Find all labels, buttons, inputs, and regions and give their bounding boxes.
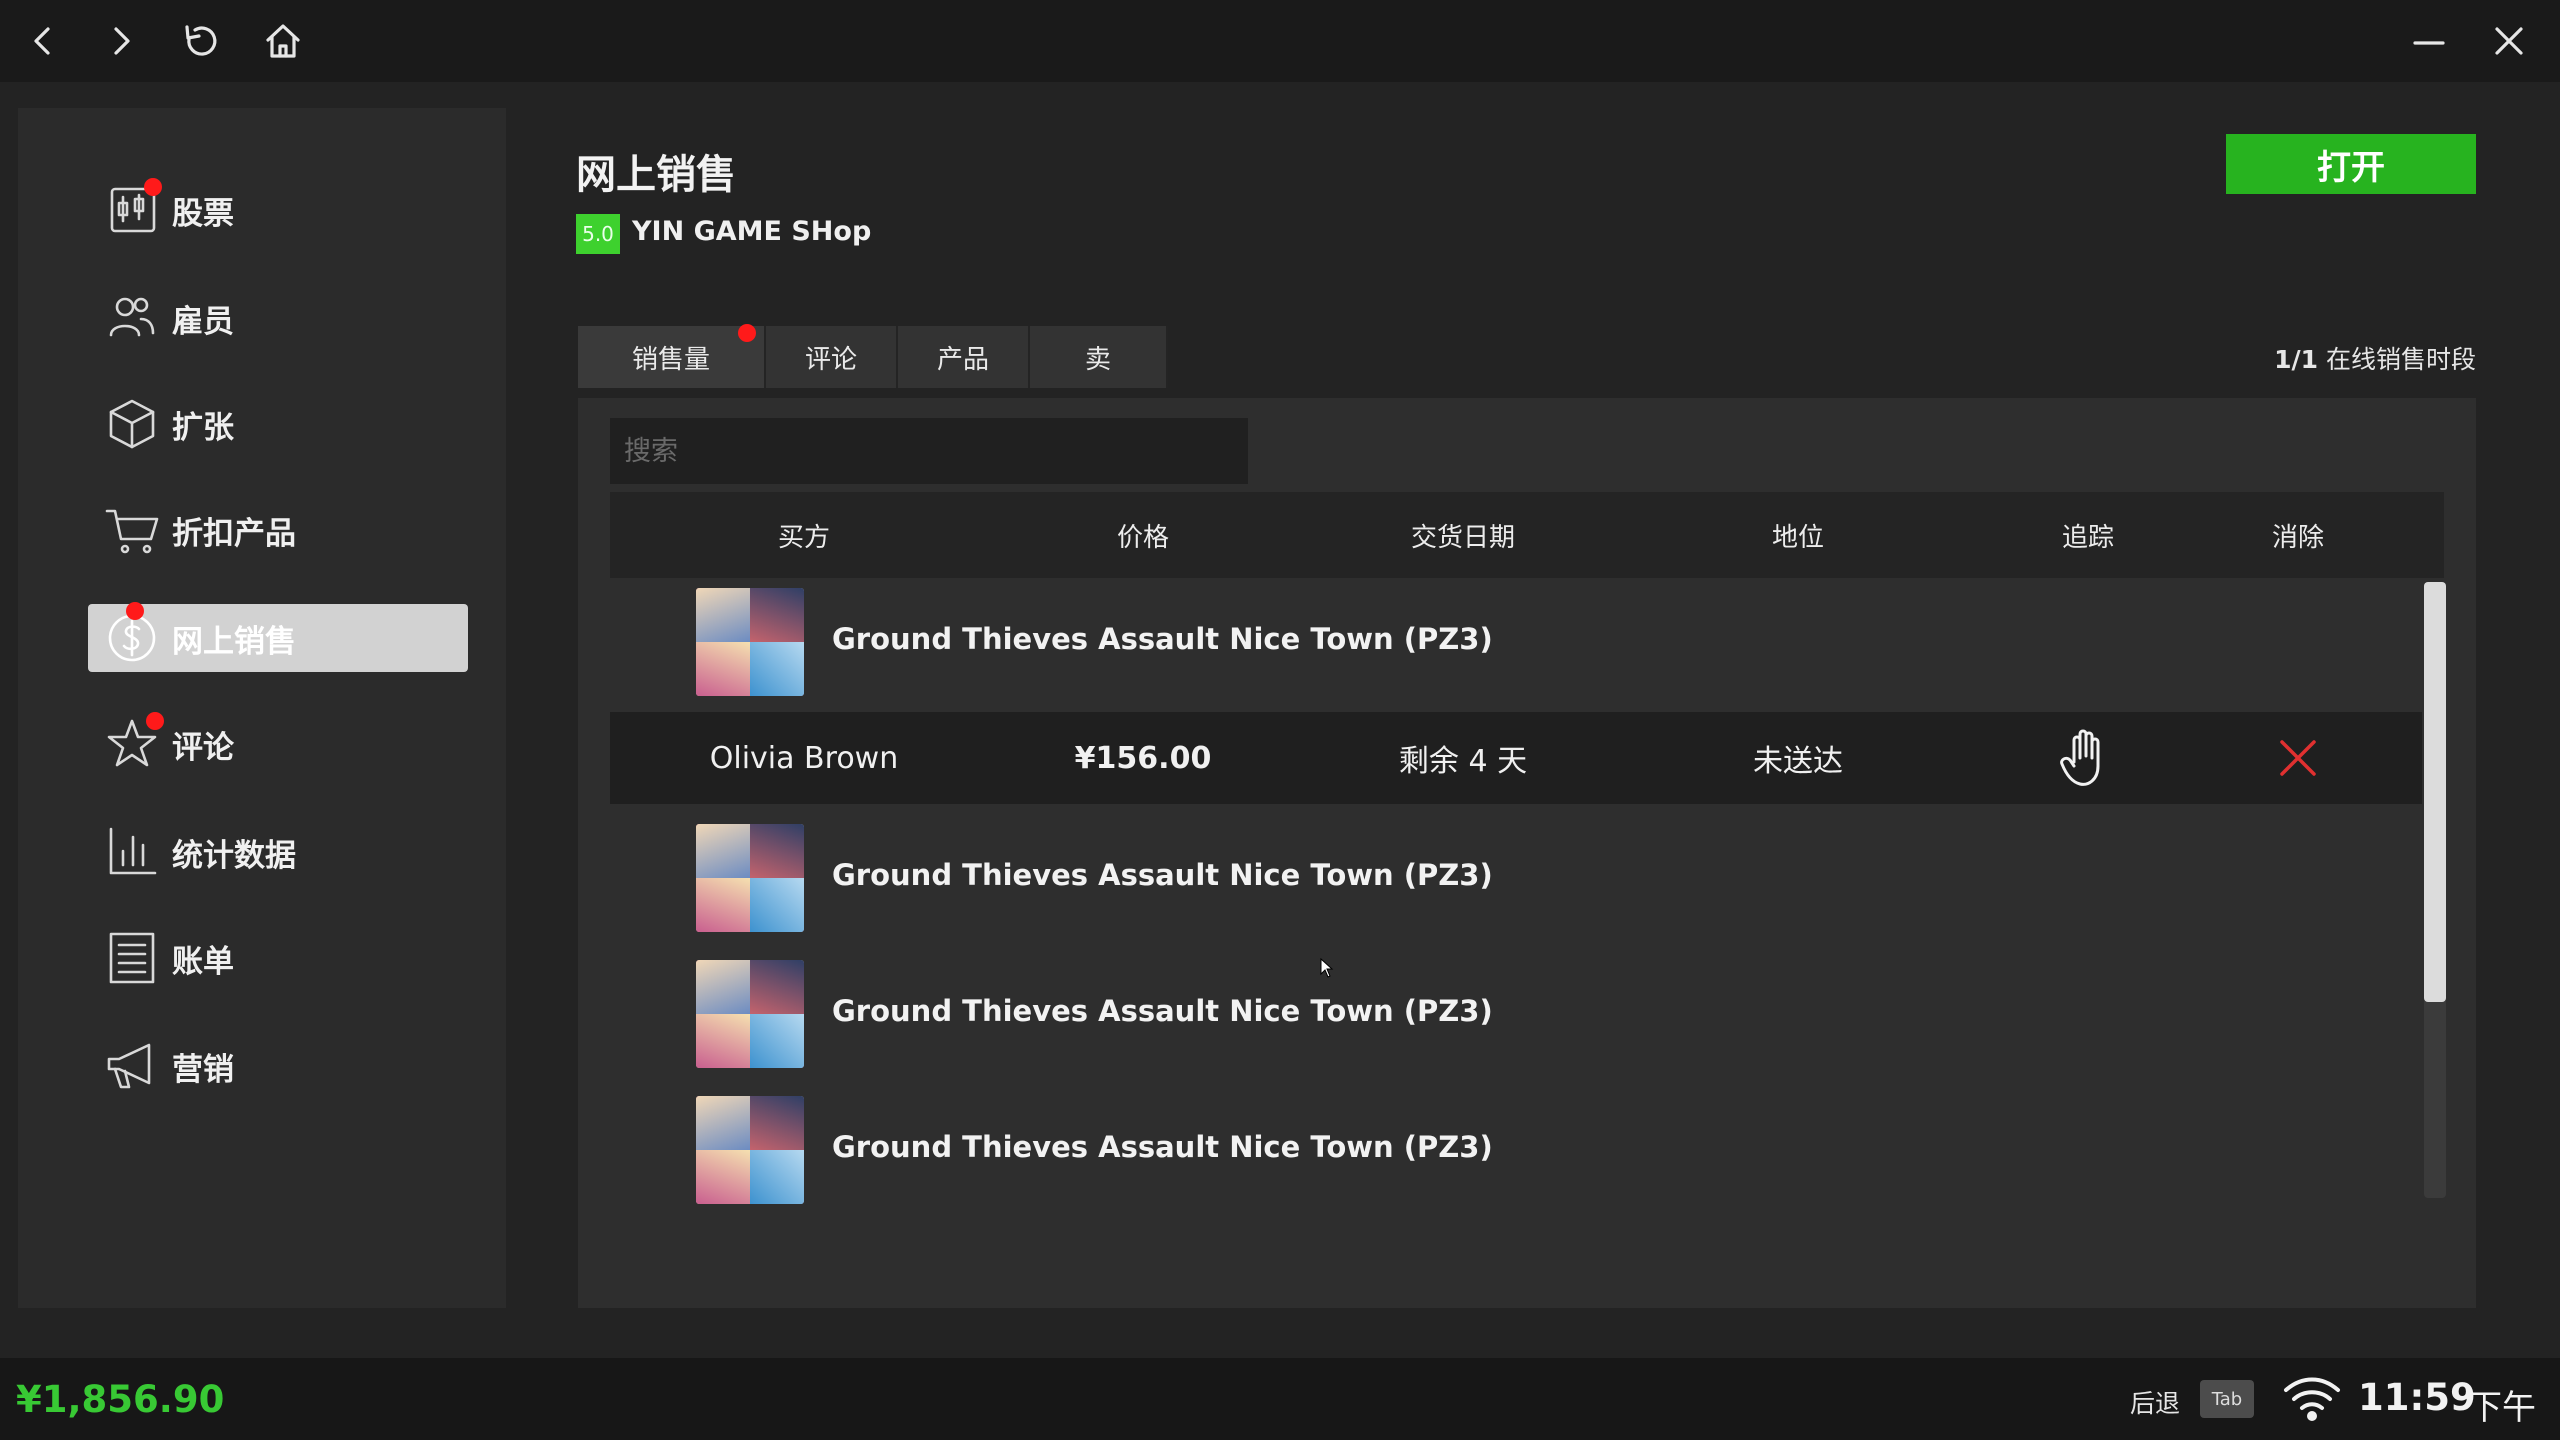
bar-chart-icon xyxy=(100,820,164,884)
money-balance: ¥1,856.90 xyxy=(16,1378,225,1421)
notification-badge xyxy=(144,178,162,196)
notification-badge xyxy=(146,712,164,730)
product-row[interactable]: Ground Thieves Assault Nice Town (PZ3) xyxy=(610,582,2422,712)
table-header: 买方 价格 交货日期 地位 追踪 消除 xyxy=(610,492,2444,578)
period-count: 1/1 xyxy=(2274,345,2319,374)
sidebar-item-online-sales[interactable]: 网上销售 xyxy=(88,602,468,672)
megaphone-icon xyxy=(100,1034,164,1098)
game-cover-image xyxy=(696,1096,804,1204)
sidebar-item-label: 折扣产品 xyxy=(172,515,296,552)
sidebar-item-label: 营销 xyxy=(172,1051,234,1088)
window-close-icon[interactable] xyxy=(2482,14,2536,68)
clock-time: 11:59 xyxy=(2358,1376,2476,1419)
game-cover-image xyxy=(696,588,804,696)
wifi-icon xyxy=(2284,1377,2340,1421)
page-title: 网上销售 xyxy=(576,152,736,198)
product-name: Ground Thieves Assault Nice Town (PZ3) xyxy=(832,994,1493,1028)
sidebar-item-expansion[interactable]: 扩张 xyxy=(70,390,450,458)
tab-label: 销售量 xyxy=(631,344,710,375)
scrollbar-thumb[interactable] xyxy=(2424,582,2446,1002)
tab-bar: 销售量 评论 产品 卖 xyxy=(578,324,1168,388)
column-buyer: 买方 xyxy=(777,522,830,553)
product-name: Ground Thieves Assault Nice Town (PZ3) xyxy=(832,858,1493,892)
forward-arrow-icon[interactable] xyxy=(94,14,148,68)
sidebar-item-label: 账单 xyxy=(172,943,234,980)
product-row[interactable]: Ground Thieves Assault Nice Town (PZ3) xyxy=(610,818,2422,948)
home-icon[interactable] xyxy=(256,14,310,68)
back-hint-label: 后退 xyxy=(2130,1389,2181,1418)
notification-badge xyxy=(738,324,756,342)
title-bar xyxy=(0,0,2560,82)
box-icon xyxy=(100,392,164,456)
product-name: Ground Thieves Assault Nice Town (PZ3) xyxy=(832,622,1493,656)
sidebar-item-bills[interactable]: 账单 xyxy=(70,924,450,992)
stock-chart-icon xyxy=(100,178,164,242)
tab-key-hint[interactable]: Tab xyxy=(2200,1380,2254,1418)
delivery-remaining: 剩余 4 天 xyxy=(1398,744,1528,779)
game-cover-image xyxy=(696,960,804,1068)
tab-label: 产品 xyxy=(936,344,989,375)
tab-sell[interactable]: 卖 xyxy=(1030,326,1168,388)
sidebar-item-label: 股票 xyxy=(172,195,234,232)
order-price: ¥156.00 xyxy=(1074,740,1212,776)
sidebar-item-reviews[interactable]: 评论 xyxy=(70,710,450,778)
rating-badge: 5.0 xyxy=(576,214,620,254)
column-status: 地位 xyxy=(1771,522,1824,553)
minimize-icon[interactable] xyxy=(2402,14,2456,68)
column-delivery-date: 交货日期 xyxy=(1410,522,1515,553)
close-icon xyxy=(2280,740,2316,776)
tab-products[interactable]: 产品 xyxy=(898,326,1030,388)
sidebar-item-label: 统计数据 xyxy=(172,837,296,874)
column-delete: 消除 xyxy=(2271,522,2324,553)
sales-period: 1/1 在线销售时段 xyxy=(2274,340,2476,376)
back-arrow-icon[interactable] xyxy=(16,14,70,68)
product-row[interactable]: Ground Thieves Assault Nice Town (PZ3) xyxy=(610,1094,2422,1224)
sidebar-item-discount-products[interactable]: 折扣产品 xyxy=(70,496,450,564)
shop-name: YIN GAME SHop xyxy=(632,216,872,247)
sidebar-item-stocks[interactable]: 股票 xyxy=(70,176,450,244)
sidebar-item-label: 评论 xyxy=(172,729,234,766)
sidebar-item-label: 网上销售 xyxy=(172,623,296,660)
sidebar-item-employees[interactable]: 雇员 xyxy=(70,284,450,352)
tab-reviews[interactable]: 评论 xyxy=(766,326,898,388)
delivery-status: 未送达 xyxy=(1753,744,1843,779)
delete-button[interactable] xyxy=(2218,712,2378,804)
sidebar-item-marketing[interactable]: 营销 xyxy=(70,1032,450,1100)
sidebar-item-statistics[interactable]: 统计数据 xyxy=(70,818,450,886)
buyer-name: Olivia Brown xyxy=(709,740,899,776)
refresh-icon[interactable] xyxy=(174,14,228,68)
period-label: 在线销售时段 xyxy=(2325,345,2476,374)
game-cover-image xyxy=(696,824,804,932)
product-row[interactable]: Ground Thieves Assault Nice Town (PZ3) xyxy=(610,956,2422,1086)
sidebar-item-label: 雇员 xyxy=(172,303,234,340)
employees-icon xyxy=(100,286,164,350)
notification-badge xyxy=(126,602,144,620)
product-name: Ground Thieves Assault Nice Town (PZ3) xyxy=(832,1130,1493,1164)
tab-label: 卖 xyxy=(1084,344,1111,375)
tab-label: 评论 xyxy=(804,344,857,375)
dollar-icon xyxy=(100,602,164,670)
open-button[interactable]: 打开 xyxy=(2226,134,2476,194)
star-icon xyxy=(100,712,164,776)
track-button[interactable] xyxy=(1958,712,2218,804)
column-track: 追踪 xyxy=(2061,522,2114,553)
column-price: 价格 xyxy=(1116,522,1169,553)
sidebar-item-label: 扩张 xyxy=(172,409,234,446)
search-input[interactable] xyxy=(610,418,1248,484)
mouse-cursor-icon xyxy=(1320,958,1334,978)
clock-ampm: 下午 xyxy=(2468,1388,2536,1428)
tab-sales[interactable]: 销售量 xyxy=(578,324,766,388)
order-row[interactable]: Olivia Brown ¥156.00 剩余 4 天 未送达 xyxy=(610,712,2422,804)
receipt-icon xyxy=(100,926,164,990)
hand-icon xyxy=(2060,729,2100,786)
cart-icon xyxy=(100,498,164,562)
